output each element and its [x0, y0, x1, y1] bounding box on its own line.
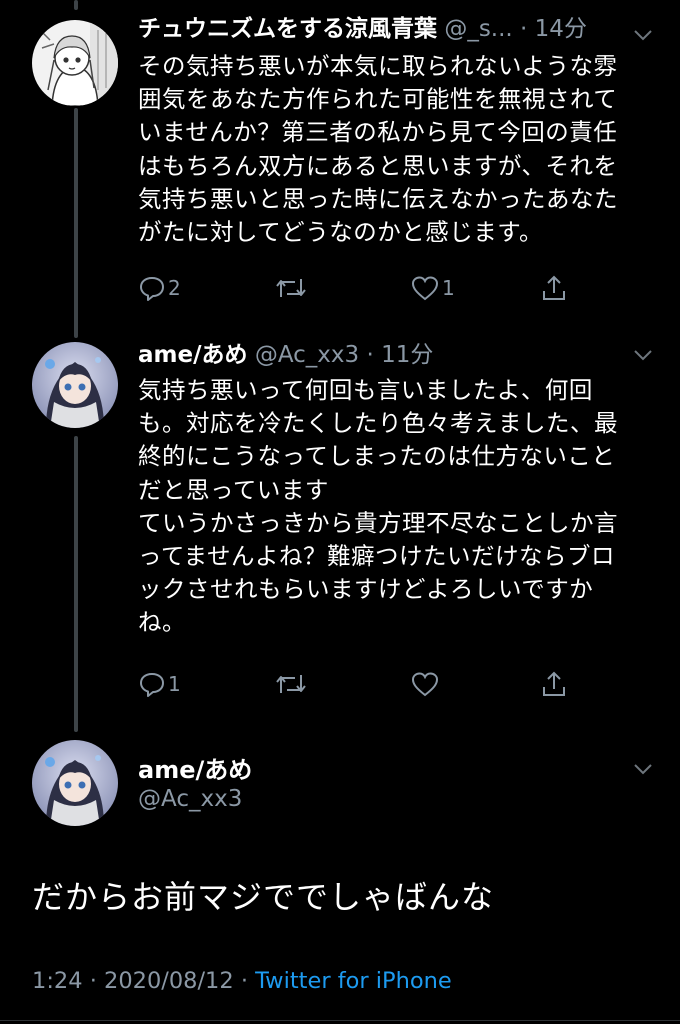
thread-line-top: [74, 0, 78, 10]
tweet1-handle[interactable]: @_s...: [444, 16, 512, 42]
tweet1-reply-count: 2: [168, 276, 181, 300]
avatar-tweet1[interactable]: [32, 20, 118, 106]
share-icon: [543, 275, 565, 300]
tweet1-like-button[interactable]: 1: [410, 270, 455, 306]
tweet2-reply-count: 1: [168, 672, 181, 696]
tweet2-like-button[interactable]: [410, 666, 442, 702]
like-icon: [411, 672, 439, 697]
tweet1-actions: 2 1: [138, 270, 588, 306]
tweet2-display-name[interactable]: ame/あめ: [138, 342, 248, 368]
reply-icon: [140, 277, 164, 301]
main-display-name[interactable]: ame/あめ: [138, 750, 252, 785]
tweet2-actions: 1: [138, 666, 588, 702]
chevron-down-icon[interactable]: [632, 28, 654, 42]
tweet1-time[interactable]: 14分: [535, 16, 587, 42]
tweet2-header: ame/あめ @Ac_xx3 · 11分: [138, 342, 434, 368]
tweet-source-link[interactable]: Twitter for iPhone: [255, 968, 452, 994]
tweet1-like-count: 1: [442, 276, 455, 300]
tweet2-retweet-button[interactable]: [274, 666, 310, 702]
avatar-main[interactable]: [32, 740, 118, 826]
chevron-down-icon[interactable]: [632, 762, 654, 776]
tweet1-text: その気持ち悪いが本気に取られないような雰 囲気をあなた方作られた可能性を無視され…: [138, 52, 618, 247]
tweet2-share-button[interactable]: [540, 666, 568, 702]
tweet2-reply-button[interactable]: 1: [138, 666, 181, 702]
main-tweet-time: 1:24: [32, 968, 83, 994]
thread-line-2: [74, 436, 78, 732]
tweet1-retweet-button[interactable]: [274, 270, 310, 306]
tweet1-header: チュウニズムをする涼風青葉 @_s... · 14分: [138, 16, 587, 42]
share-icon: [543, 671, 565, 696]
like-icon: [411, 276, 439, 301]
tweet2-handle[interactable]: @Ac_xx3: [255, 342, 359, 368]
retweet-icon: [276, 675, 306, 693]
tweet2-text: 気持ち悪いって何回も言いましたよ、何回 も。対応を冷たくしたり色々考えました、最…: [138, 376, 618, 637]
main-tweet-meta: 1:24 · 2020/08/12 · Twitter for iPhone: [32, 968, 452, 994]
tweet2-time[interactable]: 11分: [381, 342, 433, 368]
tweet1-reply-button[interactable]: 2: [138, 270, 181, 306]
chevron-down-icon[interactable]: [632, 348, 654, 362]
tweet1-share-button[interactable]: [540, 270, 568, 306]
main-handle[interactable]: @Ac_xx3: [138, 786, 242, 812]
reply-icon: [140, 673, 164, 697]
thread-line-1: [74, 108, 78, 338]
retweet-icon: [276, 279, 306, 297]
main-tweet-text: だからお前マジででしゃばんな: [32, 878, 495, 916]
avatar-tweet2[interactable]: [32, 342, 118, 428]
tweet1-display-name[interactable]: チュウニズムをする涼風青葉: [138, 16, 437, 42]
main-tweet-date: 2020/08/12: [104, 968, 234, 994]
divider: [0, 1020, 680, 1021]
